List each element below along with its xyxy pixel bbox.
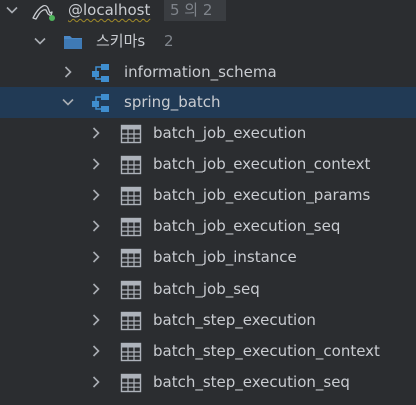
schemas-folder-count: 2 <box>164 32 174 50</box>
tree-node-table[interactable]: batch_job_seq <box>0 274 416 305</box>
database-explorer-tree: @localhost 5 의 2 스키마s 2 information_sche… <box>0 0 416 405</box>
tree-node-table[interactable]: batch_step_execution_context <box>0 336 416 367</box>
tree-node-schema-spring-batch[interactable]: spring_batch <box>0 87 416 118</box>
tree-node-table[interactable]: batch_job_execution_seq <box>0 211 416 242</box>
chevron-right-icon[interactable] <box>88 156 104 172</box>
table-icon <box>120 123 142 145</box>
table-label: batch_job_execution <box>153 124 307 142</box>
tree-node-schema-information-schema[interactable]: information_schema <box>0 57 416 88</box>
tree-node-table[interactable]: batch_job_instance <box>0 242 416 273</box>
schema-label: spring_batch <box>124 93 221 111</box>
table-label: batch_step_execution_seq <box>153 373 350 391</box>
chevron-down-icon[interactable] <box>4 2 20 18</box>
table-label: batch_step_execution <box>153 311 316 329</box>
datasource-count: 5 의 2 <box>170 1 213 19</box>
schema-icon <box>90 92 112 114</box>
table-label: batch_job_execution_seq <box>153 217 341 235</box>
table-label: batch_job_execution_context <box>153 155 371 173</box>
table-label: batch_job_instance <box>153 248 297 266</box>
tree-node-table[interactable]: batch_job_execution_params <box>0 180 416 211</box>
mysql-dolphin-icon <box>30 0 55 22</box>
table-label: batch_step_execution_context <box>153 342 380 360</box>
table-icon <box>120 310 142 332</box>
table-label: batch_job_seq <box>153 280 260 298</box>
table-icon <box>120 372 142 394</box>
chevron-right-icon[interactable] <box>88 125 104 141</box>
table-icon <box>120 154 142 176</box>
chevron-right-icon[interactable] <box>60 64 76 80</box>
tree-node-table[interactable]: batch_step_execution <box>0 305 416 336</box>
table-label: batch_job_execution_params <box>153 186 371 204</box>
tree-node-datasource[interactable]: @localhost 5 의 2 <box>0 0 416 26</box>
table-icon <box>120 341 142 363</box>
chevron-right-icon[interactable] <box>88 281 104 297</box>
chevron-right-icon[interactable] <box>88 343 104 359</box>
tree-node-table[interactable]: batch_step_execution_seq <box>0 367 416 398</box>
folder-icon <box>62 31 84 53</box>
schema-label: information_schema <box>124 63 277 81</box>
table-icon <box>120 185 142 207</box>
tree-node-schemas-folder[interactable]: 스키마s 2 <box>0 26 416 57</box>
chevron-right-icon[interactable] <box>88 249 104 265</box>
tree-node-table[interactable]: batch_job_execution_context <box>0 149 416 180</box>
schema-icon <box>90 62 112 84</box>
chevron-right-icon[interactable] <box>88 187 104 203</box>
table-icon <box>120 216 142 238</box>
chevron-right-icon[interactable] <box>88 218 104 234</box>
tree-node-table[interactable]: batch_job_execution <box>0 118 416 149</box>
table-icon <box>120 247 142 269</box>
chevron-down-icon[interactable] <box>60 94 76 110</box>
chevron-right-icon[interactable] <box>88 374 104 390</box>
chevron-right-icon[interactable] <box>88 312 104 328</box>
schemas-folder-label: 스키마s <box>96 32 146 50</box>
table-icon <box>120 279 142 301</box>
chevron-down-icon[interactable] <box>32 33 48 49</box>
datasource-label: @localhost <box>68 1 151 19</box>
